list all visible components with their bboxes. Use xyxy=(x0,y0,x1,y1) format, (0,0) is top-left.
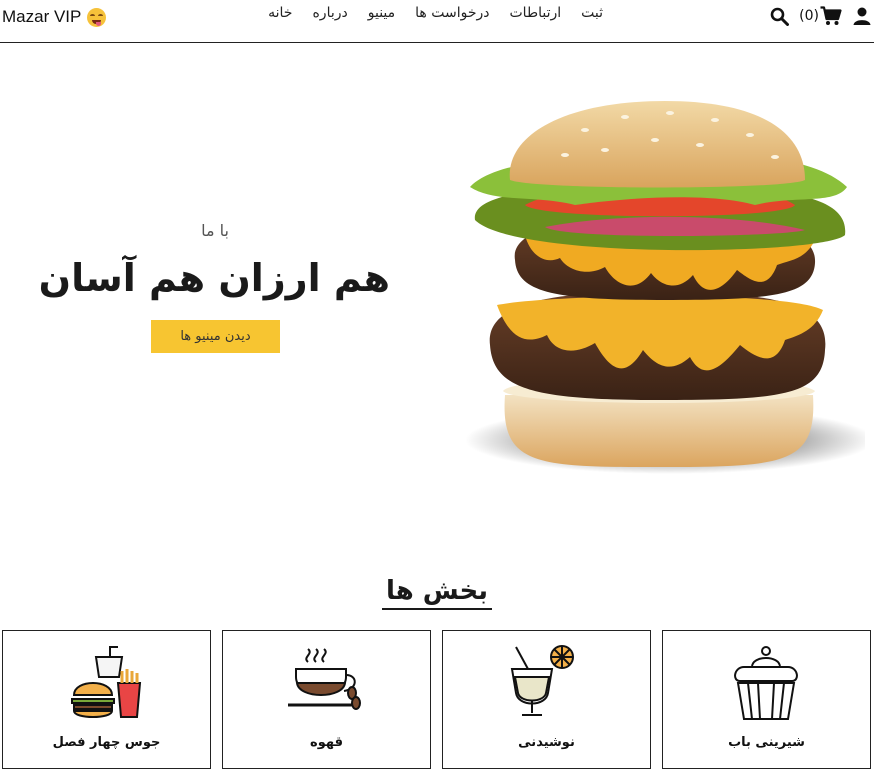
coffee-cup-icon xyxy=(288,648,361,710)
user-icon[interactable] xyxy=(852,6,872,26)
hero-title: هم ارزان هم آسان xyxy=(38,256,390,300)
sections-title: بخش ها xyxy=(382,576,492,610)
nav-icons: (0) xyxy=(770,4,872,28)
search-icon[interactable] xyxy=(770,7,790,26)
fast-food-icon xyxy=(71,646,142,718)
category-card-drinks[interactable]: نوشیدنی xyxy=(442,630,651,769)
cart-button[interactable]: (0) xyxy=(799,6,842,26)
nav-link-register[interactable]: ثبت xyxy=(581,5,603,29)
brand-logo[interactable]: Mazar VIP xyxy=(2,6,107,28)
category-card-pastry[interactable]: شیرینی باب xyxy=(662,630,871,769)
sections-title-underline xyxy=(382,608,492,610)
category-label: قهوه xyxy=(310,735,343,750)
drink-glass-icon xyxy=(510,645,574,716)
category-card-coffee[interactable]: قهوه xyxy=(222,630,431,769)
category-label: نوشیدنی xyxy=(518,735,575,750)
nav-link-contact[interactable]: ارتباطات xyxy=(510,5,562,29)
nav-link-about[interactable]: درباره xyxy=(312,5,347,29)
face-savoring-food-emoji-icon xyxy=(87,7,107,27)
brand-name: Mazar VIP xyxy=(2,7,82,26)
category-label: جوس چهار فصل xyxy=(52,735,161,750)
sections-title-text: بخش ها xyxy=(385,576,489,606)
cart-icon xyxy=(820,6,842,25)
nav-link-home[interactable]: خانه xyxy=(268,5,292,29)
cupcake-icon xyxy=(734,646,798,720)
main-nav: خانه درباره مینیو درخواست ها ارتباطات ثب… xyxy=(268,5,603,29)
view-menus-button[interactable]: دیدن مینیو ها xyxy=(151,320,280,353)
burger-image xyxy=(465,101,865,474)
nav-link-menu[interactable]: مینیو xyxy=(368,5,395,29)
category-label: شیرینی باب xyxy=(728,735,805,750)
hero-subtitle: با ما xyxy=(201,221,229,240)
navbar: Mazar VIP خانه درباره مینیو درخواست ها ا… xyxy=(0,0,874,43)
nav-link-requests[interactable]: درخواست ها xyxy=(415,5,489,29)
category-card-seasonal-juice[interactable]: جوس چهار فصل xyxy=(2,630,211,769)
cart-count: (0) xyxy=(799,8,819,24)
